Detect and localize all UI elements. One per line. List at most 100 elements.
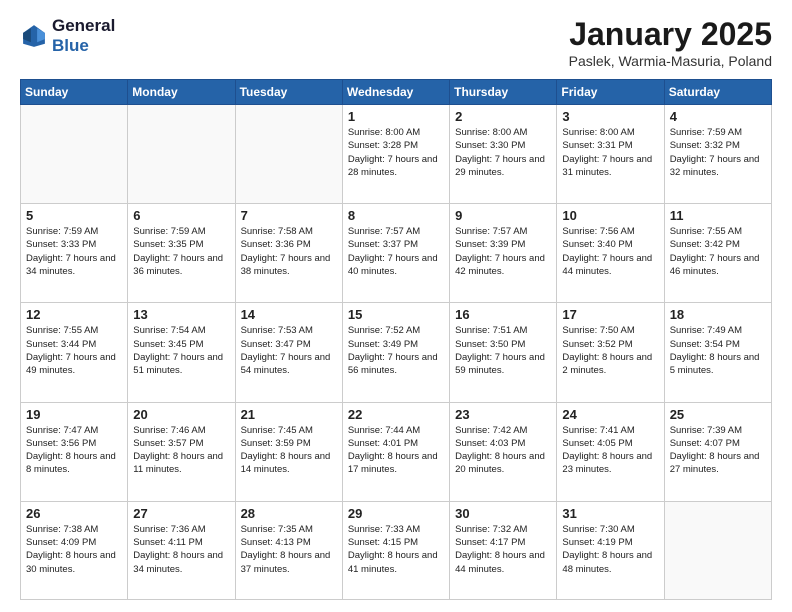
table-row: 21 Sunrise: 7:45 AMSunset: 3:59 PMDayligh… <box>235 402 342 501</box>
day-number: 13 <box>133 307 229 322</box>
table-row: 1 Sunrise: 8:00 AMSunset: 3:28 PMDaylight… <box>342 105 449 204</box>
col-friday: Friday <box>557 80 664 105</box>
day-number: 24 <box>562 407 658 422</box>
table-row: 14 Sunrise: 7:53 AMSunset: 3:47 PMDayligh… <box>235 303 342 402</box>
day-info: Sunrise: 8:00 AMSunset: 3:31 PMDaylight:… <box>562 126 658 179</box>
day-number: 6 <box>133 208 229 223</box>
logo: General Blue <box>20 16 115 57</box>
table-row: 17 Sunrise: 7:50 AMSunset: 3:52 PMDayligh… <box>557 303 664 402</box>
logo-icon <box>20 22 48 50</box>
table-row: 20Sunrise: 7:46 AMSunset: 3:57 PMDayligh… <box>128 402 235 501</box>
header: General Blue January 2025 Paslek, Warmia… <box>20 16 772 69</box>
day-number: 2 <box>455 109 551 124</box>
calendar-week-row: 26 Sunrise: 7:38 AMSunset: 4:09 PMDayligh… <box>21 501 772 599</box>
table-row: 9 Sunrise: 7:57 AMSunset: 3:39 PMDaylight… <box>450 204 557 303</box>
day-info: Sunrise: 7:38 AMSunset: 4:09 PMDaylight:… <box>26 523 122 576</box>
day-info: Sunrise: 7:46 AMSunset: 3:57 PMDaylight:… <box>133 424 229 477</box>
logo-text: General Blue <box>52 16 115 57</box>
day-info: Sunrise: 7:49 AMSunset: 3:54 PMDaylight:… <box>670 324 766 377</box>
day-number: 30 <box>455 506 551 521</box>
day-info: Sunrise: 7:30 AMSunset: 4:19 PMDaylight:… <box>562 523 658 576</box>
day-number: 15 <box>348 307 444 322</box>
day-info: Sunrise: 7:32 AMSunset: 4:17 PMDaylight:… <box>455 523 551 576</box>
day-info: Sunrise: 7:57 AMSunset: 3:37 PMDaylight:… <box>348 225 444 278</box>
table-row: 18Sunrise: 7:49 AMSunset: 3:54 PMDayligh… <box>664 303 771 402</box>
day-number: 31 <box>562 506 658 521</box>
day-info: Sunrise: 7:54 AMSunset: 3:45 PMDaylight:… <box>133 324 229 377</box>
table-row: 29 Sunrise: 7:33 AMSunset: 4:15 PMDayligh… <box>342 501 449 599</box>
day-number: 16 <box>455 307 551 322</box>
day-info: Sunrise: 7:42 AMSunset: 4:03 PMDaylight:… <box>455 424 551 477</box>
table-row: 19Sunrise: 7:47 AMSunset: 3:56 PMDayligh… <box>21 402 128 501</box>
day-number: 5 <box>26 208 122 223</box>
day-number: 11 <box>670 208 766 223</box>
day-number: 9 <box>455 208 551 223</box>
day-number: 25 <box>670 407 766 422</box>
day-info: Sunrise: 7:59 AMSunset: 3:32 PMDaylight:… <box>670 126 766 179</box>
day-number: 8 <box>348 208 444 223</box>
table-row <box>21 105 128 204</box>
day-number: 10 <box>562 208 658 223</box>
day-info: Sunrise: 7:33 AMSunset: 4:15 PMDaylight:… <box>348 523 444 576</box>
day-number: 27 <box>133 506 229 521</box>
day-info: Sunrise: 7:39 AMSunset: 4:07 PMDaylight:… <box>670 424 766 477</box>
day-info: Sunrise: 7:45 AMSunset: 3:59 PMDaylight:… <box>241 424 337 477</box>
calendar-week-row: 5 Sunrise: 7:59 AMSunset: 3:33 PMDaylight… <box>21 204 772 303</box>
table-row: 8 Sunrise: 7:57 AMSunset: 3:37 PMDaylight… <box>342 204 449 303</box>
col-wednesday: Wednesday <box>342 80 449 105</box>
day-info: Sunrise: 7:55 AMSunset: 3:42 PMDaylight:… <box>670 225 766 278</box>
day-info: Sunrise: 7:53 AMSunset: 3:47 PMDaylight:… <box>241 324 337 377</box>
col-saturday: Saturday <box>664 80 771 105</box>
table-row: 23 Sunrise: 7:42 AMSunset: 4:03 PMDayligh… <box>450 402 557 501</box>
table-row: 12 Sunrise: 7:55 AMSunset: 3:44 PMDayligh… <box>21 303 128 402</box>
day-info: Sunrise: 7:58 AMSunset: 3:36 PMDaylight:… <box>241 225 337 278</box>
day-number: 12 <box>26 307 122 322</box>
day-number: 23 <box>455 407 551 422</box>
col-monday: Monday <box>128 80 235 105</box>
col-thursday: Thursday <box>450 80 557 105</box>
calendar-week-row: 1 Sunrise: 8:00 AMSunset: 3:28 PMDaylight… <box>21 105 772 204</box>
month-title: January 2025 <box>569 16 772 53</box>
col-tuesday: Tuesday <box>235 80 342 105</box>
day-number: 21 <box>241 407 337 422</box>
day-number: 14 <box>241 307 337 322</box>
table-row: 16 Sunrise: 7:51 AMSunset: 3:50 PMDayligh… <box>450 303 557 402</box>
day-number: 3 <box>562 109 658 124</box>
day-info: Sunrise: 7:55 AMSunset: 3:44 PMDaylight:… <box>26 324 122 377</box>
table-row: 22Sunrise: 7:44 AMSunset: 4:01 PMDayligh… <box>342 402 449 501</box>
table-row: 28 Sunrise: 7:35 AMSunset: 4:13 PMDayligh… <box>235 501 342 599</box>
day-info: Sunrise: 7:50 AMSunset: 3:52 PMDaylight:… <box>562 324 658 377</box>
day-number: 7 <box>241 208 337 223</box>
table-row: 5 Sunrise: 7:59 AMSunset: 3:33 PMDaylight… <box>21 204 128 303</box>
day-info: Sunrise: 7:35 AMSunset: 4:13 PMDaylight:… <box>241 523 337 576</box>
table-row: 26 Sunrise: 7:38 AMSunset: 4:09 PMDayligh… <box>21 501 128 599</box>
location: Paslek, Warmia-Masuria, Poland <box>569 53 772 69</box>
day-info: Sunrise: 8:00 AMSunset: 3:30 PMDaylight:… <box>455 126 551 179</box>
table-row: 6Sunrise: 7:59 AMSunset: 3:35 PMDaylight… <box>128 204 235 303</box>
day-number: 22 <box>348 407 444 422</box>
day-number: 28 <box>241 506 337 521</box>
table-row <box>128 105 235 204</box>
title-block: January 2025 Paslek, Warmia-Masuria, Pol… <box>569 16 772 69</box>
table-row: 27 Sunrise: 7:36 AMSunset: 4:11 PMDayligh… <box>128 501 235 599</box>
day-number: 1 <box>348 109 444 124</box>
day-info: Sunrise: 7:57 AMSunset: 3:39 PMDaylight:… <box>455 225 551 278</box>
table-row: 31 Sunrise: 7:30 AMSunset: 4:19 PMDayligh… <box>557 501 664 599</box>
table-row: 2 Sunrise: 8:00 AMSunset: 3:30 PMDaylight… <box>450 105 557 204</box>
table-row: 13 Sunrise: 7:54 AMSunset: 3:45 PMDayligh… <box>128 303 235 402</box>
day-number: 29 <box>348 506 444 521</box>
day-info: Sunrise: 7:51 AMSunset: 3:50 PMDaylight:… <box>455 324 551 377</box>
day-info: Sunrise: 7:41 AMSunset: 4:05 PMDaylight:… <box>562 424 658 477</box>
day-number: 17 <box>562 307 658 322</box>
calendar-header-row: Sunday Monday Tuesday Wednesday Thursday… <box>21 80 772 105</box>
day-info: Sunrise: 7:36 AMSunset: 4:11 PMDaylight:… <box>133 523 229 576</box>
day-info: Sunrise: 7:52 AMSunset: 3:49 PMDaylight:… <box>348 324 444 377</box>
day-number: 26 <box>26 506 122 521</box>
table-row: 24 Sunrise: 7:41 AMSunset: 4:05 PMDayligh… <box>557 402 664 501</box>
table-row: 10Sunrise: 7:56 AMSunset: 3:40 PMDayligh… <box>557 204 664 303</box>
day-info: Sunrise: 8:00 AMSunset: 3:28 PMDaylight:… <box>348 126 444 179</box>
table-row: 30 Sunrise: 7:32 AMSunset: 4:17 PMDayligh… <box>450 501 557 599</box>
day-info: Sunrise: 7:59 AMSunset: 3:33 PMDaylight:… <box>26 225 122 278</box>
table-row: 11 Sunrise: 7:55 AMSunset: 3:42 PMDayligh… <box>664 204 771 303</box>
page: General Blue January 2025 Paslek, Warmia… <box>0 0 792 612</box>
